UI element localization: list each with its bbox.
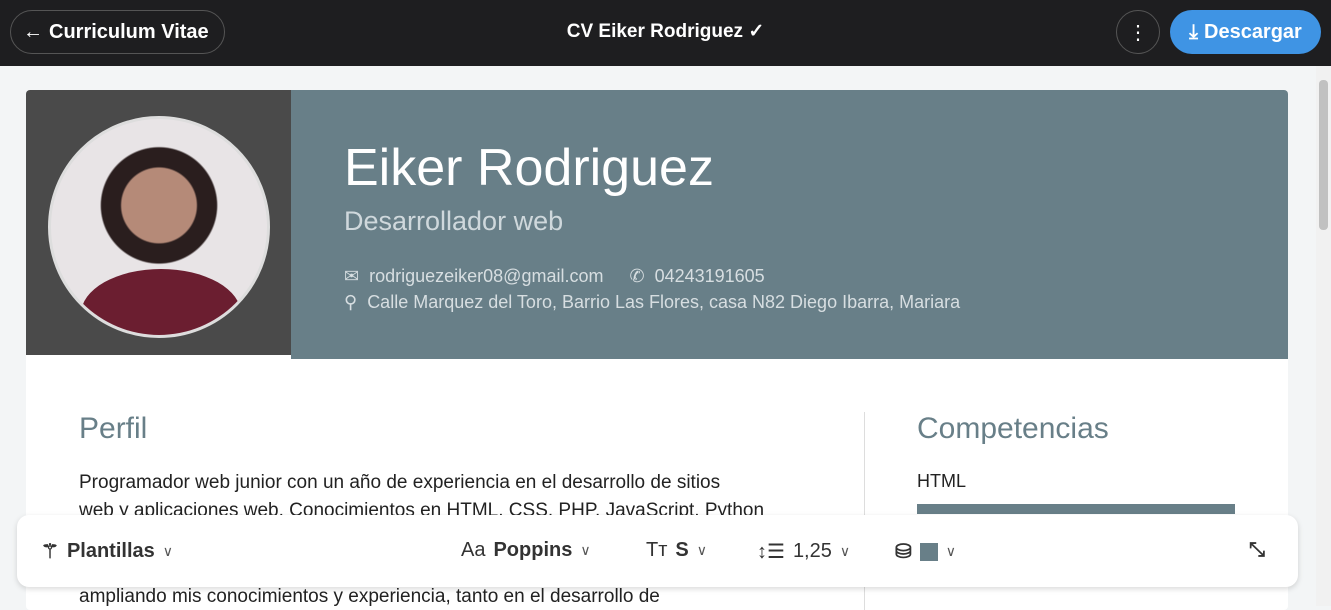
chevron-down-icon: ∨ [580,542,591,558]
location-pin-icon: ⚲ [344,292,358,312]
skills-heading: Competencias [917,412,1109,445]
scrollbar[interactable] [1316,66,1331,606]
scrollbar-thumb[interactable] [1319,80,1328,230]
font-label: Poppins [493,539,573,561]
skill-name: HTML [917,471,966,491]
skill-level-bar [917,504,1235,514]
color-swatch [919,542,938,561]
profile-photo [48,116,270,338]
color-dropdown[interactable]: ⛁ ∨ [895,539,956,564]
cv-name: Eiker Rodriguez [344,139,714,197]
templates-label: Plantillas [66,540,155,562]
font-icon: Aa [461,539,486,561]
cv-phone: 04243191605 [654,266,765,286]
profile-section: Perfil Programador web junior con un año… [79,412,819,525]
format-toolbar: ⚚ Plantillas ∨ Aa Poppins ∨ Tт S ∨ ↕☰ 1,25 ∨ ⛁ ∨ … [17,515,1298,587]
paint-bucket-icon: ⛁ [895,541,912,563]
download-icon: ⤓ [1189,20,1198,43]
profile-line: ampliando mis conocimientos y experienci… [79,586,660,607]
magic-wand-icon: ⚚ [41,541,59,563]
templates-dropdown[interactable]: ⚚ Plantillas ∨ [41,539,173,564]
line-height-label: 1,25 [792,540,832,562]
title-text: CV Eiker Rodriguez [566,21,744,42]
more-options-button[interactable]: ⋮ [1116,10,1160,54]
minimize-icon: ⤡ [1249,539,1265,561]
profile-line: Programador web junior con un año de exp… [79,472,721,493]
download-label: Descargar [1204,20,1302,43]
cv-header: Eiker Rodriguez Desarrollador web ✉ rodri… [291,90,1288,359]
line-height-dropdown[interactable]: ↕☰ 1,25 ∨ [757,539,850,564]
line-height-icon: ↕☰ [757,541,785,563]
envelope-icon: ✉ [344,266,360,286]
check-icon: ✓ [748,21,765,42]
cv-role: Desarrollador web [344,206,564,236]
skills-section: Competencias HTML [917,412,1235,514]
font-dropdown[interactable]: Aa Poppins ∨ [461,539,591,562]
chevron-down-icon: ∨ [162,543,173,559]
text-size-icon: Tт [646,539,668,561]
profile-heading: Perfil [79,412,148,445]
font-size-dropdown[interactable]: Tт S ∨ [646,539,707,562]
font-size-label: S [675,539,689,561]
phone-icon: ✆ [629,266,645,286]
chevron-down-icon: ∨ [839,543,851,559]
photo-panel [26,90,291,355]
kebab-icon: ⋮ [1128,21,1148,44]
top-bar: ← Curriculum Vitae CV Eiker Rodriguez ✓ ⋮… [0,0,1331,66]
chevron-down-icon: ∨ [945,543,957,559]
collapse-button[interactable]: ⤡ [1249,539,1265,562]
cv-email: rodriguezeiker08@gmail.com [369,266,604,286]
cv-address: Calle Marquez del Toro, Barrio Las Flore… [367,292,961,312]
chevron-down-icon: ∨ [696,542,707,558]
download-button[interactable]: ⤓ Descargar [1170,10,1321,54]
